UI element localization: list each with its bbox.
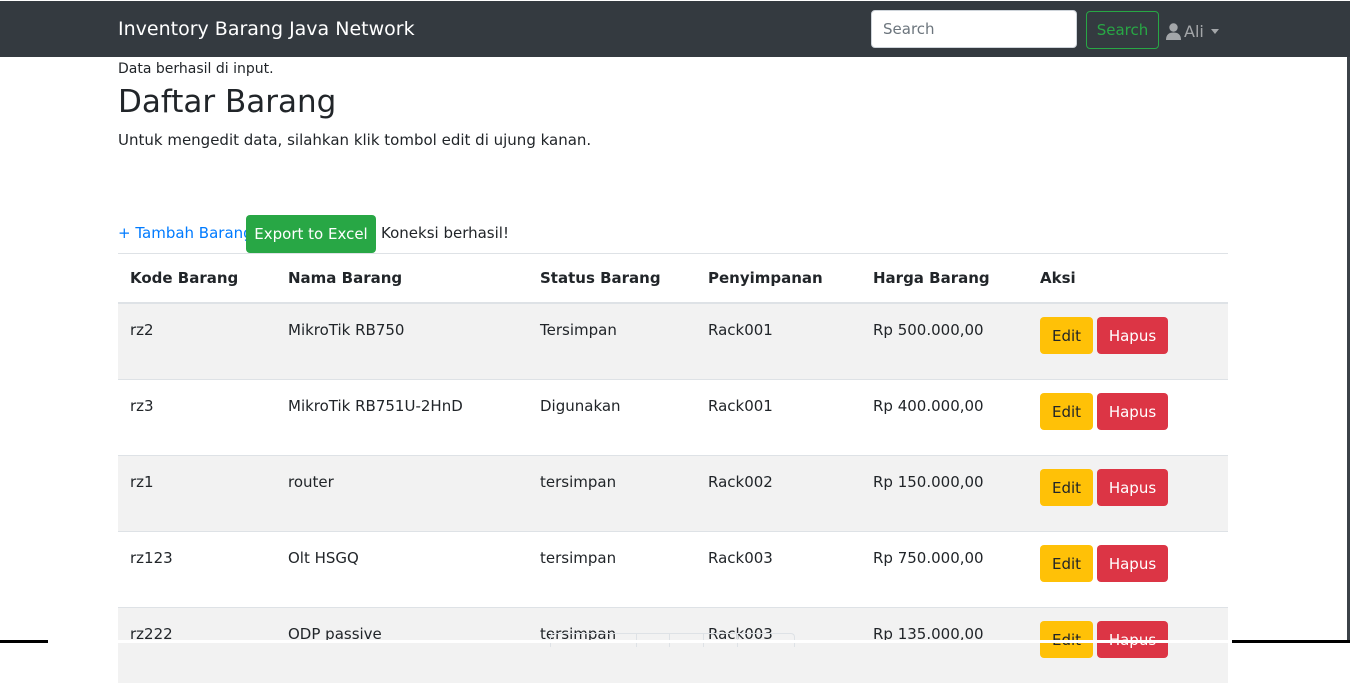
export-excel-button[interactable]: Export to Excel xyxy=(246,215,376,253)
cell-harga: Rp 135.000,00 xyxy=(873,608,1028,643)
cell-harga: Rp 400.000,00 xyxy=(873,380,1028,415)
cell-nama: MikroTik RB750 xyxy=(288,304,528,339)
user-dropdown-toggle[interactable]: Ali xyxy=(1166,19,1219,43)
cell-nama: MikroTik RB751U-2HnD xyxy=(288,380,528,415)
column-header-penyimpanan: Penyimpanan xyxy=(696,254,861,304)
cell-penyimpanan: Rack002 xyxy=(708,456,861,491)
cell-penyimpanan: Rack003 xyxy=(708,532,861,567)
cell-kode: rz2 xyxy=(130,304,276,339)
cell-kode: rz3 xyxy=(130,380,276,415)
cell-harga: Rp 500.000,00 xyxy=(873,304,1028,339)
add-item-link[interactable]: + Tambah Barang xyxy=(118,224,253,242)
user-name: Ali xyxy=(1184,22,1204,41)
table-row: rz3 MikroTik RB751U-2HnD Digunakan Rack0… xyxy=(118,380,1228,456)
cell-penyimpanan: Rack001 xyxy=(708,304,861,339)
cell-kode: rz1 xyxy=(130,456,276,491)
cell-nama: Olt HSGQ xyxy=(288,532,528,567)
table-row: rz2 MikroTik RB750 Tersimpan Rack001 Rp … xyxy=(118,303,1228,380)
column-header-harga: Harga Barang xyxy=(861,254,1028,304)
cell-nama: router xyxy=(288,456,528,491)
table-row: rz123 Olt HSGQ tersimpan Rack003 Rp 750.… xyxy=(118,532,1228,608)
connection-status: Koneksi berhasil! xyxy=(381,224,509,242)
cell-harga: Rp 750.000,00 xyxy=(873,532,1028,567)
flash-message: Data berhasil di input. xyxy=(118,61,274,77)
cell-kode: rz123 xyxy=(130,532,276,567)
delete-button[interactable]: Hapus xyxy=(1097,317,1168,354)
edit-button[interactable]: Edit xyxy=(1040,393,1093,430)
cell-status: Tersimpan xyxy=(540,304,696,339)
navbar-brand[interactable]: Inventory Barang Java Network xyxy=(118,18,415,40)
table-header-row: Kode Barang Nama Barang Status Barang Pe… xyxy=(118,254,1228,304)
delete-button[interactable]: Hapus xyxy=(1097,545,1168,582)
cell-penyimpanan: Rack001 xyxy=(708,380,861,415)
column-header-status: Status Barang xyxy=(528,254,696,304)
column-header-kode: Kode Barang xyxy=(118,254,276,304)
column-header-nama: Nama Barang xyxy=(276,254,528,304)
cell-status: tersimpan xyxy=(540,532,696,567)
page-intro: Untuk mengedit data, silahkan klik tombo… xyxy=(118,131,591,149)
search-input[interactable] xyxy=(871,10,1077,48)
chevron-down-icon xyxy=(1211,29,1219,34)
cell-status: tersimpan xyxy=(540,456,696,491)
cell-kode: rz222 xyxy=(130,608,276,643)
navbar: Inventory Barang Java Network Search Ali xyxy=(0,1,1350,57)
delete-button[interactable]: Hapus xyxy=(1097,469,1168,506)
edit-button[interactable]: Edit xyxy=(1040,469,1093,506)
user-icon xyxy=(1166,23,1181,40)
cell-nama: ODP passive xyxy=(288,608,528,643)
edit-button[interactable]: Edit xyxy=(1040,317,1093,354)
page-title: Daftar Barang xyxy=(118,82,336,122)
search-button[interactable]: Search xyxy=(1086,11,1159,49)
inventory-table: Kode Barang Nama Barang Status Barang Pe… xyxy=(118,253,1228,683)
column-header-aksi: Aksi xyxy=(1028,254,1228,304)
edit-button[interactable]: Edit xyxy=(1040,545,1093,582)
cell-status: Digunakan xyxy=(540,380,696,415)
delete-button[interactable]: Hapus xyxy=(1097,393,1168,430)
cell-harga: Rp 150.000,00 xyxy=(873,456,1028,491)
table-row: rz1 router tersimpan Rack002 Rp 150.000,… xyxy=(118,456,1228,532)
